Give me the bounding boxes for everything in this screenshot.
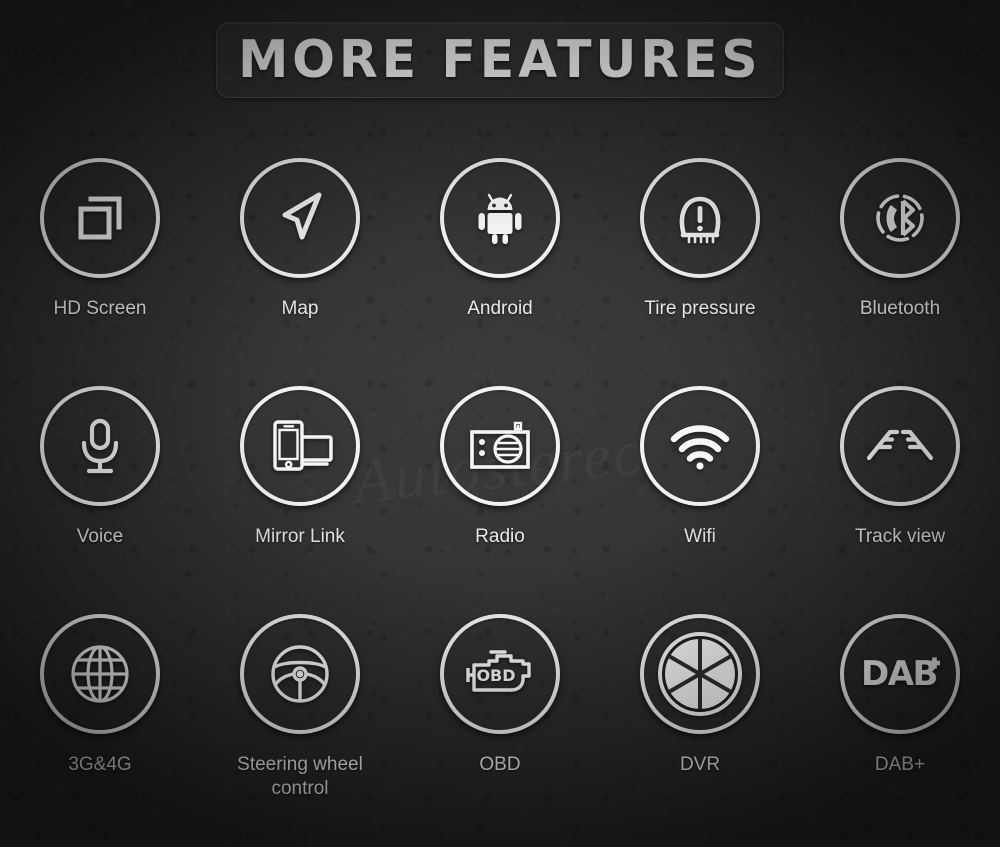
android-robot-icon [470, 188, 530, 248]
steering-wheel-icon [269, 643, 331, 705]
feature-item-radio[interactable]: Radio [400, 386, 600, 608]
microphone-icon [75, 416, 125, 476]
hd-screen-icon [71, 189, 129, 247]
feature-item-hd-screen[interactable]: HD Screen [0, 158, 200, 380]
feature-label: Track view [854, 526, 946, 547]
feature-label: Steering wheel control [237, 754, 363, 800]
feature-item-android[interactable]: Android [400, 158, 600, 380]
feature-item-3g-4g[interactable]: 3G&4G [0, 614, 200, 836]
feature-label: Android [467, 298, 533, 319]
feature-icon-circle: OBD [440, 614, 560, 734]
feature-label: Tire pressure [644, 298, 756, 319]
feature-poster: Autostereo MORE FEATURES HD Screen [0, 0, 1000, 847]
tire-pressure-icon [671, 190, 729, 246]
feature-item-wifi[interactable]: Wifi [600, 386, 800, 608]
feature-label: Radio [475, 526, 525, 547]
feature-label: OBD [479, 754, 521, 775]
feature-icon-circle [40, 614, 160, 734]
feature-icon-circle [240, 386, 360, 506]
navigation-arrow-icon [269, 187, 331, 249]
feature-icon-circle [40, 158, 160, 278]
feature-label: Bluetooth [859, 298, 941, 319]
radio-icon [466, 418, 534, 474]
track-view-icon [866, 427, 934, 465]
feature-icon-circle [640, 386, 760, 506]
feature-label: DAB+ [874, 754, 926, 775]
feature-label: Wifi [684, 526, 716, 547]
feature-icon-circle [240, 614, 360, 734]
feature-item-dab-plus[interactable]: DAB DAB+ [800, 614, 1000, 836]
feature-item-tire-pressure[interactable]: Tire pressure [600, 158, 800, 380]
feature-icon-circle [40, 386, 160, 506]
feature-item-voice[interactable]: Voice [0, 386, 200, 608]
feature-item-dvr[interactable]: DVR [600, 614, 800, 836]
feature-icon-circle: DAB [840, 614, 960, 734]
feature-item-bluetooth[interactable]: Bluetooth [800, 158, 1000, 380]
dab-plus-icon: DAB [859, 651, 941, 697]
globe-icon [69, 643, 131, 705]
feature-item-mirror-link[interactable]: Mirror Link [200, 386, 400, 608]
feature-label: HD Screen [53, 298, 147, 319]
feature-icon-circle [440, 158, 560, 278]
feature-label: Map [281, 298, 319, 319]
feature-item-steering-wheel-control[interactable]: Steering wheel control [200, 614, 400, 836]
feature-icon-circle [640, 158, 760, 278]
feature-icon-circle [840, 158, 960, 278]
feature-icon-circle [240, 158, 360, 278]
feature-item-map[interactable]: Map [200, 158, 400, 380]
feature-item-track-view[interactable]: Track view [800, 386, 1000, 608]
wifi-icon [668, 421, 732, 471]
svg-text:DAB: DAB [861, 654, 937, 694]
feature-icon-circle [640, 614, 760, 734]
bluetooth-phone-icon [869, 187, 931, 249]
feature-item-obd[interactable]: OBD OBD [400, 614, 600, 836]
feature-icon-circle [840, 386, 960, 506]
feature-label: 3G&4G [68, 754, 132, 775]
obd-engine-icon: OBD [465, 648, 535, 700]
feature-label: Mirror Link [255, 526, 345, 547]
svg-text:OBD: OBD [476, 666, 515, 685]
feature-label: Voice [76, 526, 124, 547]
feature-label: DVR [679, 754, 721, 775]
mirror-link-icon [267, 417, 333, 475]
page-title: MORE FEATURES [238, 30, 762, 90]
feature-grid: HD Screen Map Android Tire pressure Blue… [0, 158, 1000, 836]
title-banner: MORE FEATURES [216, 22, 784, 98]
aperture-icon [657, 631, 743, 717]
feature-icon-circle [440, 386, 560, 506]
